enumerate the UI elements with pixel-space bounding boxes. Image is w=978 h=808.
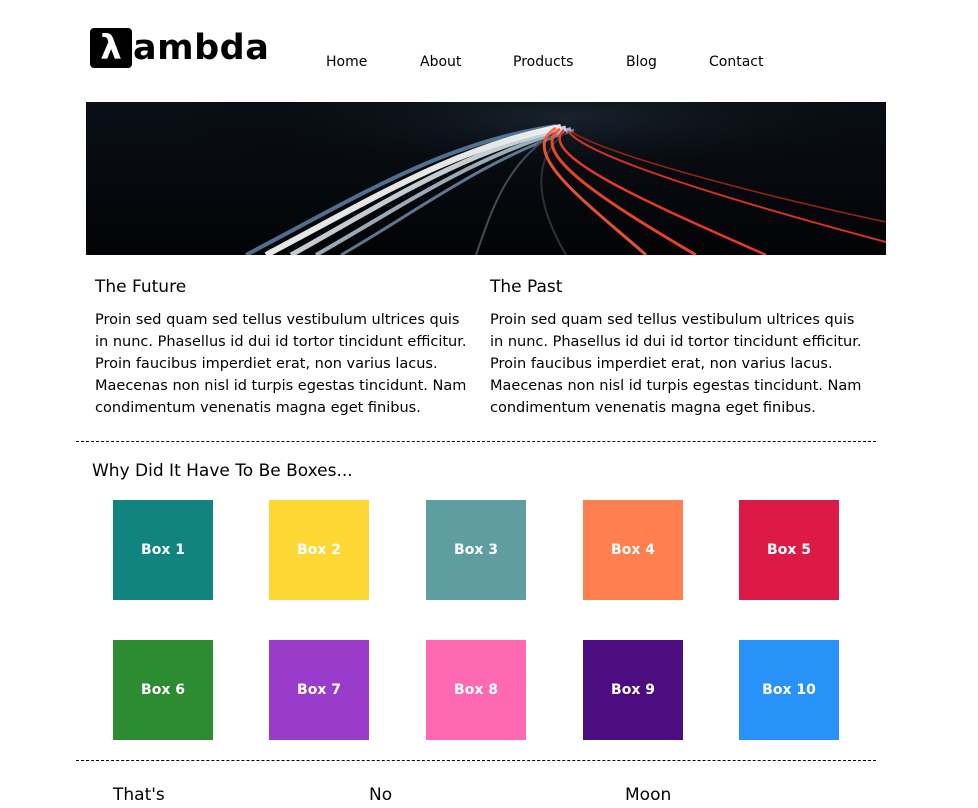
section-divider <box>76 441 876 442</box>
nav-home-link[interactable]: Home <box>326 52 367 72</box>
footer-word-no: No <box>369 785 393 805</box>
footer-divider <box>76 760 876 761</box>
box-7: Box 7 <box>269 640 369 740</box>
box-4: Box 4 <box>583 500 683 600</box>
box-label: Box 6 <box>141 682 185 698</box>
box-8: Box 8 <box>426 640 526 740</box>
box-3: Box 3 <box>426 500 526 600</box>
box-1: Box 1 <box>113 500 213 600</box>
footer-word-thats: That's <box>113 785 165 805</box>
footer-word-moon: Moon <box>625 785 672 805</box>
box-label: Box 4 <box>611 542 655 558</box>
box-6: Box 6 <box>113 640 213 740</box>
box-label: Box 5 <box>767 542 811 558</box>
past-column: The Past Proin sed quam sed tellus vesti… <box>490 276 862 419</box>
past-title: The Past <box>490 277 563 297</box>
future-body: Proin sed quam sed tellus vestibulum ult… <box>95 312 467 416</box>
box-label: Box 2 <box>297 542 341 558</box>
future-title: The Future <box>95 277 187 297</box>
hero-image <box>86 102 886 255</box>
main-nav: Home About Products Blog Contact <box>0 52 978 72</box>
nav-products-link[interactable]: Products <box>513 52 573 72</box>
future-column: The Future Proin sed quam sed tellus ves… <box>95 276 467 419</box>
box-9: Box 9 <box>583 640 683 740</box>
box-label: Box 3 <box>454 542 498 558</box>
hero-light-trails-graphic <box>86 102 886 255</box>
nav-about-link[interactable]: About <box>420 52 461 72</box>
box-label: Box 1 <box>141 542 185 558</box>
nav-contact-link[interactable]: Contact <box>709 52 763 72</box>
box-2: Box 2 <box>269 500 369 600</box>
box-label: Box 9 <box>611 682 655 698</box>
box-label: Box 8 <box>454 682 498 698</box>
boxes-section-title: Why Did It Have To Be Boxes... <box>92 461 353 481</box>
box-10: Box 10 <box>739 640 839 740</box>
past-body: Proin sed quam sed tellus vestibulum ult… <box>490 312 862 416</box>
box-label: Box 10 <box>762 682 816 698</box>
nav-blog-link[interactable]: Blog <box>626 52 657 72</box>
box-label: Box 7 <box>297 682 341 698</box>
box-5: Box 5 <box>739 500 839 600</box>
